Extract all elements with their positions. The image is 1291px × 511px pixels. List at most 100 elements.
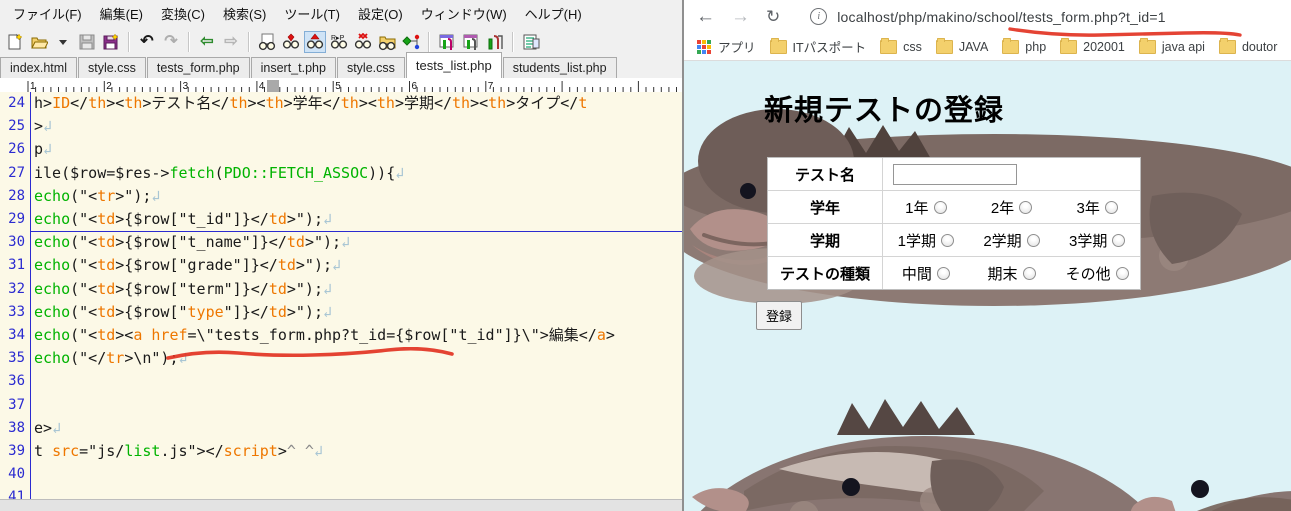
tool-window3-icon[interactable] xyxy=(484,31,506,53)
bookmarks-bar: アプリ ITパスポート css JAVA php 202001 java api douto… xyxy=(684,33,1291,61)
jump-back-icon[interactable]: ⇦ xyxy=(196,31,218,53)
radio-option[interactable]: 2年 xyxy=(969,197,1055,218)
form-row-label: テストの種類 xyxy=(768,257,883,289)
apps-grid-icon[interactable] xyxy=(696,39,712,55)
tool-window-icon[interactable] xyxy=(436,31,458,53)
grep-folder-icon[interactable] xyxy=(376,31,398,53)
radio-option[interactable]: 期末 xyxy=(969,263,1055,284)
code-line-40: 40 xyxy=(0,463,682,487)
toolbar-separator xyxy=(428,32,430,52)
menu-t[interactable]: ツール(T) xyxy=(275,1,349,26)
submit-button[interactable]: 登録 xyxy=(756,301,803,330)
save-icon[interactable] xyxy=(76,31,98,53)
radio-button[interactable] xyxy=(1022,266,1036,280)
search-doc-icon[interactable] xyxy=(256,31,278,53)
web-page-content: 新規テストの登録 テスト名 学年 1年 2年 3年 学期 1学期 2学期 3学期 テストの種類 中間… xyxy=(684,61,1291,511)
menu-s[interactable]: 検索(S) xyxy=(214,1,275,26)
replace-icon[interactable]: R▸P xyxy=(328,31,350,53)
tab-tests_list-php[interactable]: tests_list.php xyxy=(405,52,502,78)
menu-w[interactable]: ウィンドウ(W) xyxy=(412,1,516,26)
browser-window: ← → ↻ i localhost/php/makino/school/test… xyxy=(682,0,1291,511)
bookmark-doutor[interactable]: doutor xyxy=(1242,40,1277,54)
radio-button[interactable] xyxy=(941,233,954,247)
undo-icon[interactable]: ↶ xyxy=(136,31,158,53)
form-row: テストの種類 中間 期末 その他 xyxy=(768,257,1140,289)
page-info-icon[interactable]: i xyxy=(810,8,828,25)
back-icon[interactable]: ← xyxy=(696,6,715,28)
tab-style-css[interactable]: style.css xyxy=(77,57,146,78)
bookmark-itパスポート[interactable]: ITパスポート xyxy=(793,37,867,56)
jump-forward-icon[interactable]: ⇨ xyxy=(220,31,242,53)
radio-button[interactable] xyxy=(1115,266,1129,280)
tab-tests_form-php[interactable]: tests_form.php xyxy=(146,57,250,78)
editor-text-area[interactable]: 24 h>ID</th><th>テスト名</th><th>学年</th><th>学… xyxy=(0,92,682,499)
radio-button[interactable] xyxy=(1104,200,1118,214)
radio-button[interactable] xyxy=(1026,233,1040,247)
bookmark-202001[interactable]: 202001 xyxy=(1083,40,1125,54)
radio-button[interactable] xyxy=(1019,200,1033,214)
bookmark-folder-icon[interactable] xyxy=(769,37,787,54)
bookmark-css[interactable]: css xyxy=(903,40,922,54)
redo-icon[interactable]: ↷ xyxy=(160,31,182,53)
line-number: 26 xyxy=(8,141,25,158)
line-number: 36 xyxy=(8,373,25,390)
code-line-33: 33 echo("<td>{$row["type"]}</td>");↲ xyxy=(0,301,682,325)
open-file-icon[interactable] xyxy=(28,31,50,53)
toolbar-separator xyxy=(512,32,514,52)
menu-h[interactable]: ヘルプ(H) xyxy=(516,1,591,26)
tab-insert_t-php[interactable]: insert_t.php xyxy=(250,57,336,78)
search-icon[interactable] xyxy=(280,31,302,53)
bookmark-java-api[interactable]: java api xyxy=(1162,40,1205,54)
fish-bottom-right xyxy=(1131,480,1291,511)
svg-text:2: 2 xyxy=(106,81,112,92)
form-row-label: テスト名 xyxy=(768,158,883,190)
bookmark-folder-icon[interactable] xyxy=(1218,37,1236,54)
outline-icon[interactable] xyxy=(520,31,542,53)
text-editor-window: ファイル(F) 編集(E) 変換(C) 検索(S) ツール(T) 設定(O) ウィンドウ(W… xyxy=(0,0,682,511)
jump-tree-icon[interactable] xyxy=(400,31,422,53)
forward-icon[interactable]: → xyxy=(731,6,750,28)
menu-c[interactable]: 変換(C) xyxy=(152,1,214,26)
test-name-input[interactable] xyxy=(893,163,1017,185)
line-number: 40 xyxy=(8,466,25,483)
open-dropdown-icon[interactable] xyxy=(52,31,74,53)
radio-option[interactable]: 中間 xyxy=(883,263,969,284)
tool-window2-icon[interactable] xyxy=(460,31,482,53)
bookmark-php[interactable]: php xyxy=(1025,40,1046,54)
code-line-24: 24 h>ID</th><th>テスト名</th><th>学年</th><th>学… xyxy=(0,92,682,116)
radio-option[interactable]: 1年 xyxy=(883,197,969,218)
new-file-icon[interactable] xyxy=(4,31,26,53)
menu-e[interactable]: 編集(E) xyxy=(91,1,152,26)
bookmark-folder-icon[interactable] xyxy=(880,37,898,54)
radio-button[interactable] xyxy=(1112,233,1126,247)
svg-text:6: 6 xyxy=(412,81,418,92)
svg-text:3: 3 xyxy=(183,81,189,92)
radio-option[interactable]: 2学期 xyxy=(969,230,1055,251)
bookmark-folder-icon[interactable] xyxy=(1138,37,1156,54)
bookmark-folder-icon[interactable] xyxy=(935,37,953,54)
search-up-icon[interactable] xyxy=(304,31,326,53)
code-line-29: 29 echo("<td>{$row["t_id"]}</td>");↲ xyxy=(0,208,682,232)
radio-option[interactable]: 1学期 xyxy=(883,230,969,251)
address-bar-url[interactable]: localhost/php/makino/school/tests_form.p… xyxy=(837,9,1166,25)
reload-icon[interactable]: ↻ xyxy=(766,7,780,27)
radio-option-label: 3学期 xyxy=(1069,232,1108,250)
radio-option[interactable]: その他 xyxy=(1054,263,1140,284)
tab-index-html[interactable]: index.html xyxy=(0,57,77,78)
search-close-icon[interactable] xyxy=(352,31,374,53)
menu-f[interactable]: ファイル(F) xyxy=(4,1,91,26)
menu-o[interactable]: 設定(O) xyxy=(349,1,412,26)
bookmark-folder-icon[interactable] xyxy=(1002,37,1020,54)
radio-option[interactable]: 3学期 xyxy=(1054,230,1140,251)
radio-option[interactable]: 3年 xyxy=(1054,197,1140,218)
code-line-32: 32 echo("<td>{$row["term"]}</td>");↲ xyxy=(0,278,682,302)
radio-button[interactable] xyxy=(933,200,947,214)
bookmark-folder-icon[interactable] xyxy=(1060,37,1078,54)
radio-button[interactable] xyxy=(936,266,950,280)
line-number: 29 xyxy=(8,211,25,227)
bookmark-java[interactable]: JAVA xyxy=(959,40,988,54)
save-as-icon[interactable] xyxy=(100,31,122,53)
apps-shortcut[interactable]: アプリ xyxy=(718,37,756,56)
tab-style-css[interactable]: style.css xyxy=(336,57,405,78)
tab-students_list-php[interactable]: students_list.php xyxy=(502,57,617,78)
